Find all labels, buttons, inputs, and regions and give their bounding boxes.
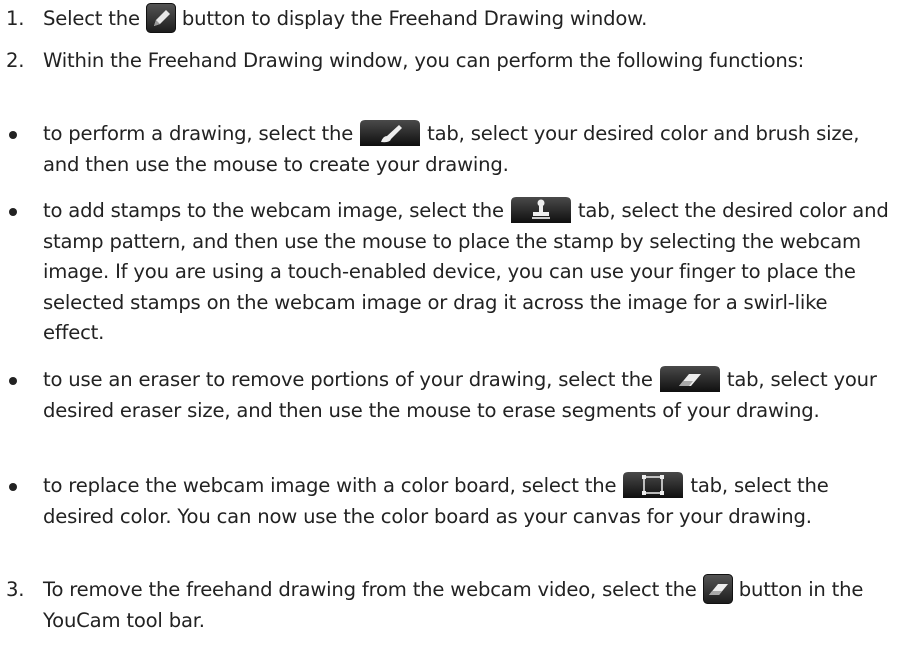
brush-tab-icon bbox=[359, 119, 421, 147]
step-3: 3. To remove the freehand drawing from t… bbox=[6, 573, 894, 636]
step-text: Select the button to display the Freehan… bbox=[43, 2, 894, 35]
stamp-tab-icon bbox=[510, 196, 572, 224]
step-number: 1. bbox=[6, 7, 25, 30]
bullet-item-stamp: to add stamps to the webcam image, selec… bbox=[6, 196, 894, 349]
bullet-text: to use an eraser to remove portions of y… bbox=[43, 365, 894, 426]
bullet-marker bbox=[9, 377, 17, 385]
bullet-item-draw: to perform a drawing, select the tab, se… bbox=[6, 119, 894, 180]
bullet-item-color-board: to replace the webcam image with a color… bbox=[6, 471, 894, 532]
bullet-marker bbox=[9, 131, 17, 139]
bullet-text: to add stamps to the webcam image, selec… bbox=[43, 196, 894, 349]
step-number: 3. bbox=[6, 578, 25, 601]
bullet-text: to perform a drawing, select the tab, se… bbox=[43, 119, 894, 180]
bullet-text: to replace the webcam image with a color… bbox=[43, 471, 894, 532]
bullet-marker bbox=[9, 483, 17, 491]
eraser-button-icon bbox=[702, 573, 733, 604]
step-text: Within the Freehand Drawing window, you … bbox=[43, 49, 805, 72]
bullet-item-eraser: to use an eraser to remove portions of y… bbox=[6, 365, 894, 426]
step-number: 2. bbox=[6, 49, 25, 72]
step-1: 1. Select the button to display the Free… bbox=[6, 2, 894, 35]
color-board-tab-icon bbox=[622, 471, 684, 499]
pencil-button-icon bbox=[145, 2, 176, 33]
step-text: To remove the freehand drawing from the … bbox=[43, 573, 894, 636]
step-2: 2. Within the Freehand Drawing window, y… bbox=[6, 46, 894, 77]
bullet-marker bbox=[9, 208, 17, 216]
eraser-tab-icon bbox=[659, 365, 721, 393]
document-page: 1. Select the button to display the Free… bbox=[0, 0, 899, 648]
